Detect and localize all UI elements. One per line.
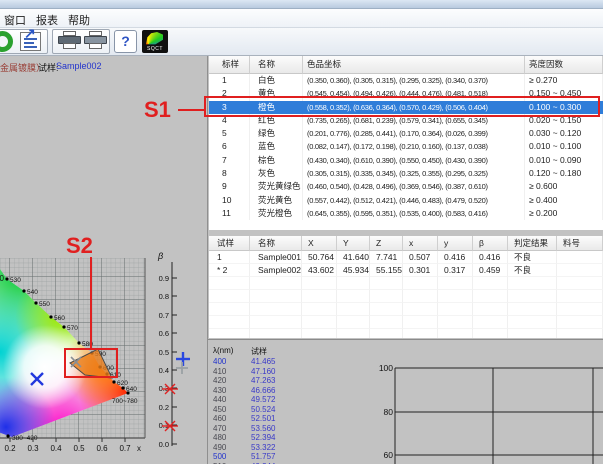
svg-text:0.5: 0.5 [159, 348, 169, 357]
print-preview-button[interactable] [84, 31, 108, 50]
application-window: 窗口 报表 帮助 ↗ ? SQCT 无金属镀膜） 试样: Sample002 标… [0, 0, 603, 464]
svg-text:0.9: 0.9 [159, 274, 169, 283]
spectrum-chart-y-labels: 100 80 60 [379, 363, 393, 460]
toolbar: ↗ ? SQCT [0, 28, 603, 56]
spectral-row: 49053.322 [213, 443, 313, 453]
standards-row[interactable]: 5绿色(0.201, 0.776), (0.285, 0.441), (0.17… [209, 127, 603, 140]
standards-row[interactable]: 8灰色(0.305, 0.315), (0.335, 0.345), (0.32… [209, 167, 603, 180]
spectral-row: 44049.572 [213, 395, 313, 405]
empty-row [209, 303, 603, 316]
title-bar [0, 0, 603, 9]
beta-marker-sample1 [176, 362, 188, 374]
empty-row [209, 290, 603, 303]
svg-text:0.4: 0.4 [159, 366, 169, 375]
svg-text:0.7: 0.7 [159, 311, 169, 320]
sample-row[interactable]: 1Sample00150.76441.6407.7410.5070.4160.4… [209, 251, 603, 264]
svg-text:0.2: 0.2 [4, 444, 16, 453]
svg-text:0.2: 0.2 [159, 403, 169, 412]
spectral-row: 43046.666 [213, 386, 313, 396]
export-arrow-icon: ↗ [24, 25, 43, 42]
svg-text:0.8: 0.8 [159, 292, 169, 301]
standards-row[interactable]: 10荧光黄色(0.557, 0.442), (0.512, 0.421), (0… [209, 194, 603, 207]
svg-text:550: 550 [39, 301, 50, 308]
standards-row[interactable]: 11荧光橙色(0.645, 0.355), (0.595, 0.351), (0… [209, 207, 603, 220]
beta-marker-sample2 [176, 352, 190, 366]
spectral-row: 41047.160 [213, 367, 313, 377]
s1-highlight-rect [204, 96, 600, 117]
spectral-row: 45050.524 [213, 405, 313, 415]
spectral-row: 42047.263 [213, 376, 313, 386]
spectral-row: 50051.757 [213, 452, 313, 462]
svg-text:0.5: 0.5 [73, 444, 85, 453]
svg-text:540: 540 [27, 289, 38, 296]
spectral-row: 40041.465 [213, 357, 313, 367]
svg-text:0.6: 0.6 [159, 329, 169, 338]
svg-text:x: x [137, 444, 141, 453]
svg-text:0.0: 0.0 [159, 440, 169, 449]
print-button[interactable] [58, 31, 82, 50]
samples-table-header: 试样名称XYZxyβ判定结果料号 [209, 236, 603, 251]
s1-pointer-line [178, 109, 205, 111]
samples-table: 试样名称XYZxyβ判定结果料号 1Sample00150.76441.6407… [209, 236, 603, 338]
menu-item-report[interactable]: 报表 [32, 11, 62, 26]
empty-row [209, 277, 603, 290]
svg-text:560: 560 [54, 315, 65, 322]
sqct-logo-button[interactable]: SQCT [142, 30, 168, 53]
svg-text:380~420: 380~420 [12, 435, 38, 442]
sample-row[interactable]: * 2Sample00243.60245.93455.1550.3010.317… [209, 264, 603, 277]
help-button[interactable]: ? [114, 30, 137, 53]
sqct-fan-icon [146, 32, 163, 45]
beta-axis-label: β [157, 251, 163, 261]
spectral-row: 46052.501 [213, 414, 313, 424]
empty-row [209, 316, 603, 329]
s2-highlight-rect [64, 348, 118, 378]
x-axis-labels: 0.2 0.3 0.4 0.5 0.6 0.7 x [4, 444, 141, 453]
svg-text:0.7: 0.7 [119, 444, 131, 453]
empty-row [209, 329, 603, 338]
standards-table: 标样 名称 色品坐标 亮度因数 1白色(0.350, 0.360), (0.30… [209, 56, 603, 230]
spectral-data-list: λ(nm) 试样 40041.465 41047.160 42047.263 4… [213, 346, 313, 464]
spectral-row: 48052.394 [213, 433, 313, 443]
svg-text:700~780: 700~780 [112, 398, 138, 405]
s2-pointer-line [90, 257, 92, 349]
svg-text:80: 80 [384, 407, 394, 417]
y-axis-clipped-label: 0 [0, 274, 5, 283]
svg-text:0.6: 0.6 [96, 444, 108, 453]
svg-text:0.3: 0.3 [27, 444, 39, 453]
spectrum-chart: 100 80 60 [376, 345, 603, 464]
svg-text:570: 570 [67, 325, 78, 332]
spectrum-chart-grid [395, 368, 603, 464]
beta-axis: β 0.9 0.8 0.7 0.6 0.5 0.4 0.3 0.2 0.1 0.… [157, 251, 177, 449]
svg-text:60: 60 [384, 450, 394, 460]
standards-row[interactable]: 9荧光黄绿色(0.460, 0.540), (0.428, 0.496), (0… [209, 180, 603, 193]
svg-text:0.4: 0.4 [50, 444, 62, 453]
standards-row[interactable]: 6蓝色(0.082, 0.147), (0.172, 0.198), (0.21… [209, 140, 603, 153]
status-line: 无金属镀膜） 试样: Sample002 [0, 61, 205, 74]
menu-item-help[interactable]: 帮助 [64, 11, 94, 26]
svg-text:530: 530 [10, 277, 21, 284]
s1-annotation: S1 [144, 97, 171, 123]
svg-text:640: 640 [126, 386, 137, 393]
standards-row[interactable]: 7棕色(0.430, 0.340), (0.610, 0.390), (0.55… [209, 154, 603, 167]
standards-row[interactable]: 1白色(0.350, 0.360), (0.305, 0.315), (0.29… [209, 74, 603, 87]
spectral-row: 47053.560 [213, 424, 313, 434]
spectral-list-header: λ(nm) 试样 [213, 346, 313, 357]
svg-text:100: 100 [379, 363, 393, 373]
s2-annotation: S2 [66, 233, 93, 259]
menu-item-window[interactable]: 窗口 [0, 11, 30, 26]
standards-table-header: 标样 名称 色品坐标 亮度因数 [209, 56, 603, 74]
menu-bar: 窗口 报表 帮助 [0, 9, 603, 28]
horizontal-splitter [208, 339, 603, 340]
report-export-button[interactable]: ↗ [20, 32, 41, 51]
sample-name: Sample002 [56, 61, 102, 71]
